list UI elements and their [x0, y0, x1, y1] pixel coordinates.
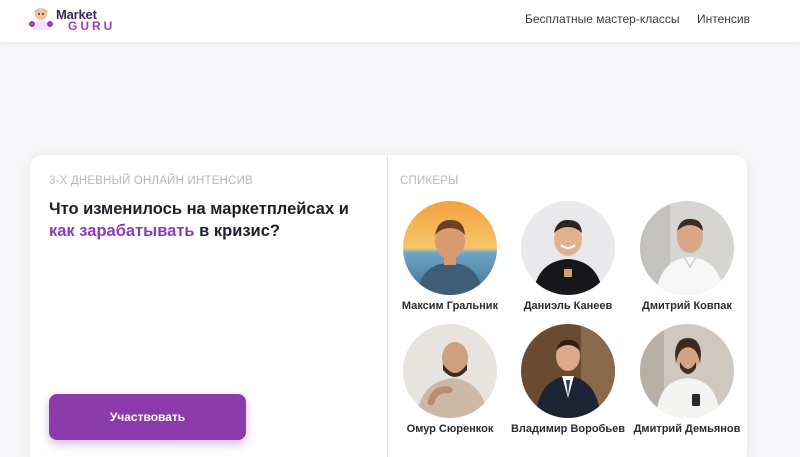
speaker-card: Владимир Воробьев: [508, 324, 628, 444]
speaker-name: Дмитрий Ковпак: [642, 300, 732, 312]
guru-mascot-icon: [29, 8, 53, 30]
market-guru-logo[interactable]: Market GURU: [28, 4, 118, 34]
speaker-card: Максим Гральник: [390, 201, 510, 321]
intensive-card: 3-Х ДНЕВНЫЙ ОНЛАЙН ИНТЕНСИВ Что изменило…: [30, 155, 747, 457]
speaker-card: Дмитрий Ковпак: [627, 201, 747, 321]
speaker-name: Даниэль Канеев: [523, 300, 613, 312]
speaker-photo: [403, 201, 497, 295]
speaker-name: Омур Сюренкок: [406, 423, 494, 435]
intensive-headline: Что изменилось на маркетплейсах и как за…: [49, 198, 369, 242]
speaker-name: Дмитрий Демьянов: [633, 423, 741, 435]
speaker-photo: [640, 324, 734, 418]
headline-accent: как зарабатывать: [49, 222, 195, 240]
nav-free-masterclasses[interactable]: Бесплатные мастер-классы: [525, 12, 680, 26]
logo-text-guru: GURU: [68, 19, 116, 33]
speaker-card: Даниэль Канеев: [508, 201, 628, 321]
speakers-heading: СПИКЕРЫ: [400, 175, 459, 187]
headline-part-2: в кризис?: [194, 222, 280, 240]
intensive-eyebrow: 3-Х ДНЕВНЫЙ ОНЛАЙН ИНТЕНСИВ: [49, 175, 253, 187]
speaker-photo: [521, 324, 615, 418]
participate-button[interactable]: Участвовать: [49, 394, 246, 440]
speaker-photo: [403, 324, 497, 418]
card-divider: [387, 155, 388, 457]
speaker-name: Максим Гральник: [401, 300, 499, 312]
speaker-photo: [521, 201, 615, 295]
headline-part-1: Что изменилось на маркетплейсах и: [49, 200, 349, 218]
nav-intensive[interactable]: Интенсив: [697, 12, 750, 26]
speaker-name: Владимир Воробьев: [510, 423, 625, 435]
speaker-card: Омур Сюренкок: [390, 324, 510, 444]
site-header: Market GURU Бесплатные мастер-классы Инт…: [0, 0, 800, 42]
speaker-card: Дмитрий Демьянов: [627, 324, 747, 444]
speaker-photo: [640, 201, 734, 295]
